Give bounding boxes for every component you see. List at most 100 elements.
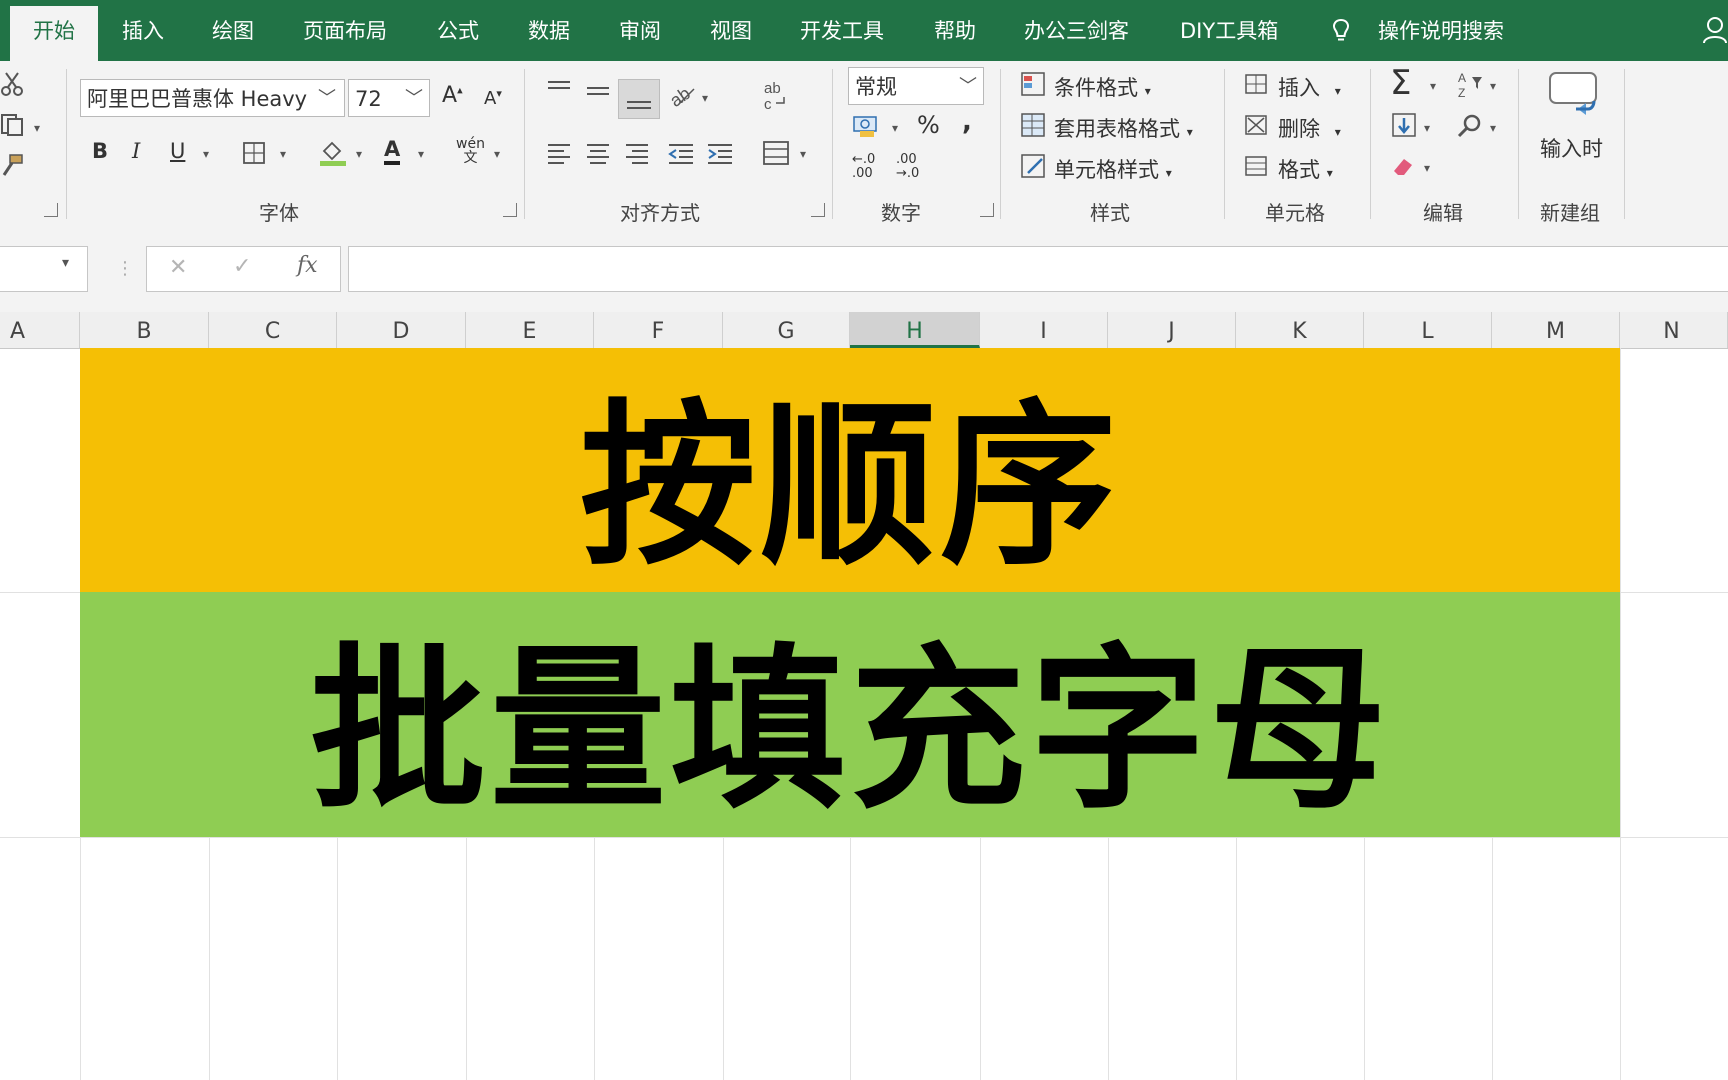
- tab-draw[interactable]: 绘图: [212, 0, 254, 61]
- tab-diy-toolbox[interactable]: DIY工具箱: [1180, 0, 1278, 61]
- fill-down-icon[interactable]: [1390, 111, 1418, 139]
- font-color-dropdown-icon[interactable]: ▾: [418, 147, 424, 161]
- copy-dropdown-icon[interactable]: ▾: [34, 121, 40, 135]
- column-header-k[interactable]: K: [1236, 312, 1364, 348]
- tab-formulas[interactable]: 公式: [437, 0, 479, 61]
- font-color-button[interactable]: A: [384, 137, 401, 165]
- speech-bubble-icon[interactable]: [1546, 69, 1600, 121]
- tab-office-addin[interactable]: 办公三剑客: [1024, 0, 1129, 61]
- formula-bar-grip-icon[interactable]: ⋮: [116, 258, 134, 279]
- column-header-b[interactable]: B: [80, 312, 209, 348]
- tab-view[interactable]: 视图: [710, 0, 752, 61]
- lightbulb-icon[interactable]: [1331, 18, 1351, 44]
- tab-data[interactable]: 数据: [528, 0, 570, 61]
- italic-button[interactable]: I: [132, 139, 140, 163]
- tab-home[interactable]: 开始: [10, 6, 98, 61]
- conditional-format-button[interactable]: 条件格式 ▾: [1054, 72, 1151, 102]
- user-icon[interactable]: [1702, 16, 1728, 44]
- number-format-select[interactable]: 常规 ﹀: [848, 67, 984, 105]
- align-center-icon[interactable]: [585, 141, 611, 165]
- column-header-d[interactable]: D: [337, 312, 466, 348]
- tab-review[interactable]: 审阅: [619, 0, 661, 61]
- column-header-a[interactable]: A: [0, 312, 80, 348]
- tab-page-layout[interactable]: 页面布局: [303, 0, 387, 61]
- merge-dropdown-icon[interactable]: ▾: [800, 147, 806, 161]
- conditional-format-icon[interactable]: [1020, 71, 1048, 97]
- decrease-font-size-button[interactable]: A▾: [484, 87, 502, 109]
- alignment-launcher-icon[interactable]: [811, 203, 825, 217]
- borders-icon[interactable]: [242, 141, 266, 165]
- format-as-table-button[interactable]: 套用表格格式 ▾: [1054, 113, 1193, 143]
- fill-dropdown-icon[interactable]: ▾: [1424, 121, 1430, 135]
- insert-cells-button[interactable]: 插入 ▾: [1278, 72, 1341, 102]
- column-header-c[interactable]: C: [209, 312, 337, 348]
- clipboard-launcher-icon[interactable]: [44, 203, 58, 217]
- accounting-dropdown-icon[interactable]: ▾: [892, 121, 898, 135]
- cell-styles-icon[interactable]: [1020, 153, 1048, 179]
- align-left-icon[interactable]: [546, 141, 572, 165]
- borders-dropdown-icon[interactable]: ▾: [280, 147, 286, 161]
- column-header-l[interactable]: L: [1364, 312, 1492, 348]
- sort-filter-dropdown-icon[interactable]: ▾: [1490, 79, 1496, 93]
- autosum-dropdown-icon[interactable]: ▾: [1430, 79, 1436, 93]
- column-header-m[interactable]: M: [1492, 312, 1620, 348]
- align-right-icon[interactable]: [624, 141, 650, 165]
- comma-style-button[interactable]: ,: [962, 107, 972, 137]
- title-banner-green[interactable]: 批量填充字母: [80, 592, 1620, 837]
- format-as-table-icon[interactable]: [1020, 112, 1048, 138]
- align-top-icon[interactable]: [546, 79, 572, 99]
- find-select-icon[interactable]: [1456, 113, 1484, 139]
- bold-button[interactable]: B: [92, 139, 108, 163]
- increase-decimal-button[interactable]: ←.0 .00: [852, 153, 875, 181]
- column-header-e[interactable]: E: [466, 312, 594, 348]
- font-size-select[interactable]: 72 ﹀: [348, 79, 430, 117]
- font-launcher-icon[interactable]: [503, 203, 517, 217]
- tab-developer[interactable]: 开发工具: [800, 0, 884, 61]
- chevron-down-icon[interactable]: ▾: [62, 255, 69, 271]
- fill-color-dropdown-icon[interactable]: ▾: [356, 147, 362, 161]
- cancel-formula-icon[interactable]: ✕: [169, 255, 187, 280]
- increase-indent-icon[interactable]: [706, 141, 734, 165]
- wrap-text-icon[interactable]: abc: [762, 79, 790, 111]
- underline-dropdown-icon[interactable]: ▾: [203, 147, 209, 161]
- tab-insert[interactable]: 插入: [122, 0, 164, 61]
- percent-style-button[interactable]: %: [917, 111, 940, 139]
- title-banner-yellow[interactable]: 按顺序: [80, 348, 1620, 592]
- insert-function-icon[interactable]: fx: [297, 253, 318, 278]
- autosum-button[interactable]: Σ: [1390, 63, 1411, 103]
- phonetic-dropdown-icon[interactable]: ▾: [494, 147, 500, 161]
- input-time-button[interactable]: 输入时: [1540, 133, 1603, 163]
- merge-center-icon[interactable]: [762, 139, 790, 167]
- fill-color-icon[interactable]: [318, 137, 348, 167]
- copy-icon[interactable]: [0, 113, 26, 137]
- align-middle-icon[interactable]: [585, 83, 611, 103]
- number-launcher-icon[interactable]: [980, 203, 994, 217]
- decrease-decimal-button[interactable]: .00 →.0: [896, 153, 919, 181]
- phonetic-guide-button[interactable]: wén 文: [456, 137, 485, 165]
- font-name-select[interactable]: 阿里巴巴普惠体 Heavy ﹀: [80, 79, 345, 117]
- tab-help[interactable]: 帮助: [934, 0, 976, 61]
- cell-styles-button[interactable]: 单元格样式 ▾: [1054, 154, 1172, 184]
- orientation-icon[interactable]: ab: [668, 81, 698, 109]
- delete-cells-button[interactable]: 删除 ▾: [1278, 113, 1341, 143]
- name-box[interactable]: ▾: [0, 246, 88, 292]
- formula-input[interactable]: [348, 246, 1728, 292]
- find-select-dropdown-icon[interactable]: ▾: [1490, 121, 1496, 135]
- column-header-j[interactable]: J: [1108, 312, 1236, 348]
- tell-me-search[interactable]: 操作说明搜索: [1378, 0, 1504, 61]
- clear-dropdown-icon[interactable]: ▾: [1424, 161, 1430, 175]
- decrease-indent-icon[interactable]: [667, 141, 695, 165]
- orientation-dropdown-icon[interactable]: ▾: [702, 91, 708, 105]
- column-header-n[interactable]: N: [1620, 312, 1728, 348]
- sort-filter-icon[interactable]: AZ: [1456, 69, 1486, 99]
- insert-cells-icon[interactable]: [1244, 71, 1272, 97]
- clear-icon[interactable]: [1390, 153, 1418, 179]
- underline-button[interactable]: U: [170, 139, 185, 163]
- delete-cells-icon[interactable]: [1244, 112, 1272, 138]
- align-bottom-button[interactable]: [618, 79, 660, 119]
- format-painter-icon[interactable]: [0, 153, 26, 179]
- accounting-format-icon[interactable]: [852, 111, 882, 139]
- format-cells-button[interactable]: 格式 ▾: [1278, 154, 1333, 184]
- enter-formula-icon[interactable]: ✓: [233, 254, 251, 279]
- format-cells-icon[interactable]: [1244, 153, 1272, 179]
